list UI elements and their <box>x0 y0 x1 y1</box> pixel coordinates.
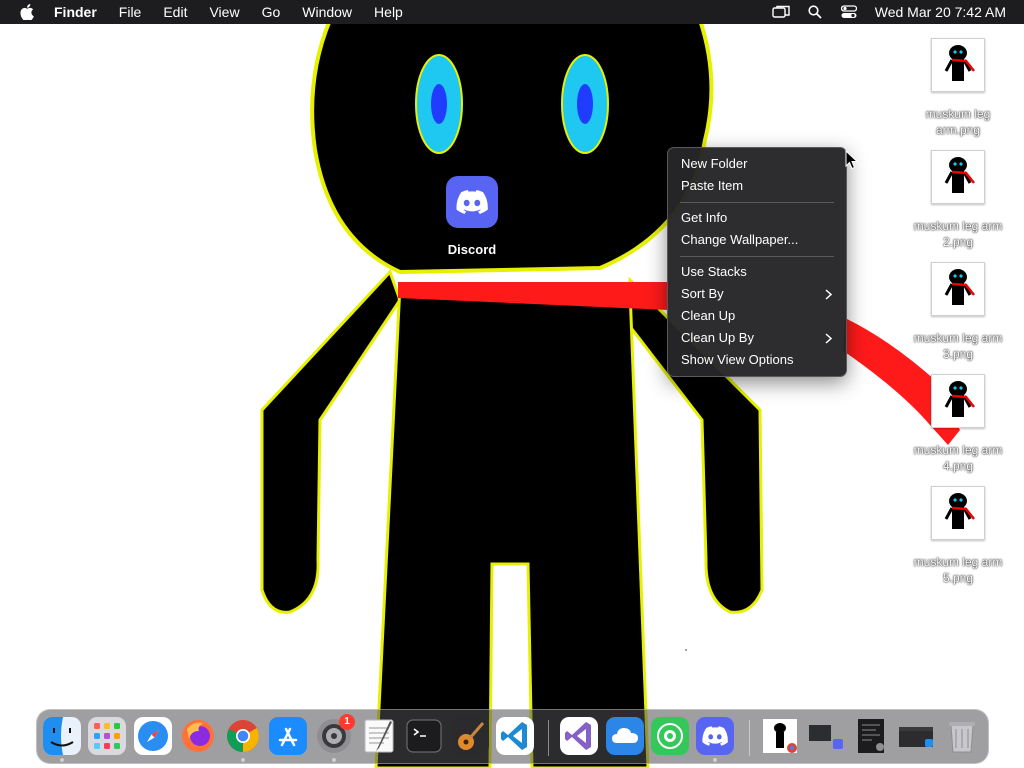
image-thumbnail <box>931 486 985 540</box>
garageband-icon[interactable] <box>451 717 489 755</box>
menu-item-clean-up[interactable]: Clean Up <box>668 305 846 327</box>
menu-item-change-wallpaper[interactable]: Change Wallpaper... <box>668 229 846 251</box>
desktop-file[interactable]: muskum leg arm 3.png <box>904 262 1012 362</box>
menu-window[interactable]: Window <box>302 0 352 24</box>
menu-item-show-view-options[interactable]: Show View Options <box>668 349 846 371</box>
menu-item-new-folder[interactable]: New Folder <box>668 153 846 175</box>
menu-item-get-info[interactable]: Get Info <box>668 207 846 229</box>
discord-icon <box>446 176 498 228</box>
mouse-pointer-icon <box>845 150 859 170</box>
menu-item-clean-up-by[interactable]: Clean Up By <box>668 327 846 349</box>
menu-edit[interactable]: Edit <box>163 0 187 24</box>
desktop-file[interactable]: muskum leg arm.png <box>904 38 1012 138</box>
screen-mirroring-icon[interactable] <box>769 0 793 24</box>
desktop-context-menu: New Folder Paste Item Get Info Change Wa… <box>667 147 847 377</box>
image-preview-icon[interactable] <box>761 717 799 755</box>
image-thumbnail <box>931 374 985 428</box>
desktop-wallpaper <box>0 0 1024 768</box>
menu-bar-clock[interactable]: Wed Mar 20 7:42 AM <box>875 4 1006 20</box>
safari-icon[interactable] <box>134 717 172 755</box>
menu-view[interactable]: View <box>209 0 239 24</box>
dock-separator <box>749 720 750 756</box>
spotlight-search-icon[interactable] <box>803 0 827 24</box>
desktop-item-label: Discord <box>447 242 497 257</box>
running-indicator <box>60 758 64 762</box>
menu-help[interactable]: Help <box>374 0 403 24</box>
find-my-icon[interactable] <box>651 717 689 755</box>
vscode-icon[interactable] <box>496 717 534 755</box>
icloud-icon[interactable] <box>606 717 644 755</box>
file-name: muskum leg arm 5.png <box>913 555 1003 585</box>
dock: 1 <box>36 709 989 764</box>
menu-separator <box>680 256 834 257</box>
running-indicator <box>713 758 717 762</box>
desktop-file[interactable]: muskum leg arm 2.png <box>904 150 1012 250</box>
finder-window-preview-icon[interactable] <box>897 717 935 755</box>
chrome-icon[interactable] <box>224 717 262 755</box>
desktop-file[interactable]: muskum leg arm 5.png <box>904 486 1012 586</box>
menu-file[interactable]: File <box>119 0 142 24</box>
firefox-icon[interactable] <box>179 717 217 755</box>
menu-item-sort-by[interactable]: Sort By <box>668 283 846 305</box>
menu-item-paste-item[interactable]: Paste Item <box>668 175 846 197</box>
menu-separator <box>680 202 834 203</box>
trash-icon[interactable] <box>943 717 981 755</box>
chevron-right-icon <box>825 327 832 349</box>
menu-item-label: Clean Up By <box>681 330 754 345</box>
terminal-icon[interactable] <box>405 717 443 755</box>
image-thumbnail <box>931 150 985 204</box>
image-thumbnail <box>931 262 985 316</box>
desktop-file[interactable]: muskum leg arm 4.png <box>904 374 1012 474</box>
launchpad-icon[interactable] <box>88 717 126 755</box>
desktop-item-discord[interactable]: Discord <box>440 176 504 257</box>
image-thumbnail <box>931 38 985 92</box>
notification-badge: 1 <box>339 714 355 730</box>
textedit-icon[interactable] <box>360 717 398 755</box>
chevron-right-icon <box>825 283 832 305</box>
menu-item-label: Sort By <box>681 286 724 301</box>
file-name: muskum leg arm 3.png <box>913 331 1003 361</box>
dock-separator <box>548 720 549 756</box>
app-store-icon[interactable] <box>269 717 307 755</box>
running-indicator <box>241 758 245 762</box>
finder-icon[interactable] <box>43 717 81 755</box>
control-center-icon[interactable] <box>837 0 861 24</box>
discord-window-preview-icon[interactable] <box>807 717 845 755</box>
discord-icon[interactable] <box>696 717 734 755</box>
running-indicator <box>332 758 336 762</box>
menu-item-use-stacks[interactable]: Use Stacks <box>668 261 846 283</box>
menu-app-finder[interactable]: Finder <box>54 0 97 24</box>
menu-bar: Finder File Edit View Go Window Help Wed… <box>0 0 1024 24</box>
file-name: muskum leg arm.png <box>925 107 991 137</box>
apple-logo-icon[interactable] <box>16 0 38 24</box>
file-name: muskum leg arm 4.png <box>913 443 1003 473</box>
screenshot-window-preview-icon[interactable] <box>852 717 890 755</box>
file-name: muskum leg arm 2.png <box>913 219 1003 249</box>
visual-studio-icon[interactable] <box>560 717 598 755</box>
menu-go[interactable]: Go <box>262 0 281 24</box>
